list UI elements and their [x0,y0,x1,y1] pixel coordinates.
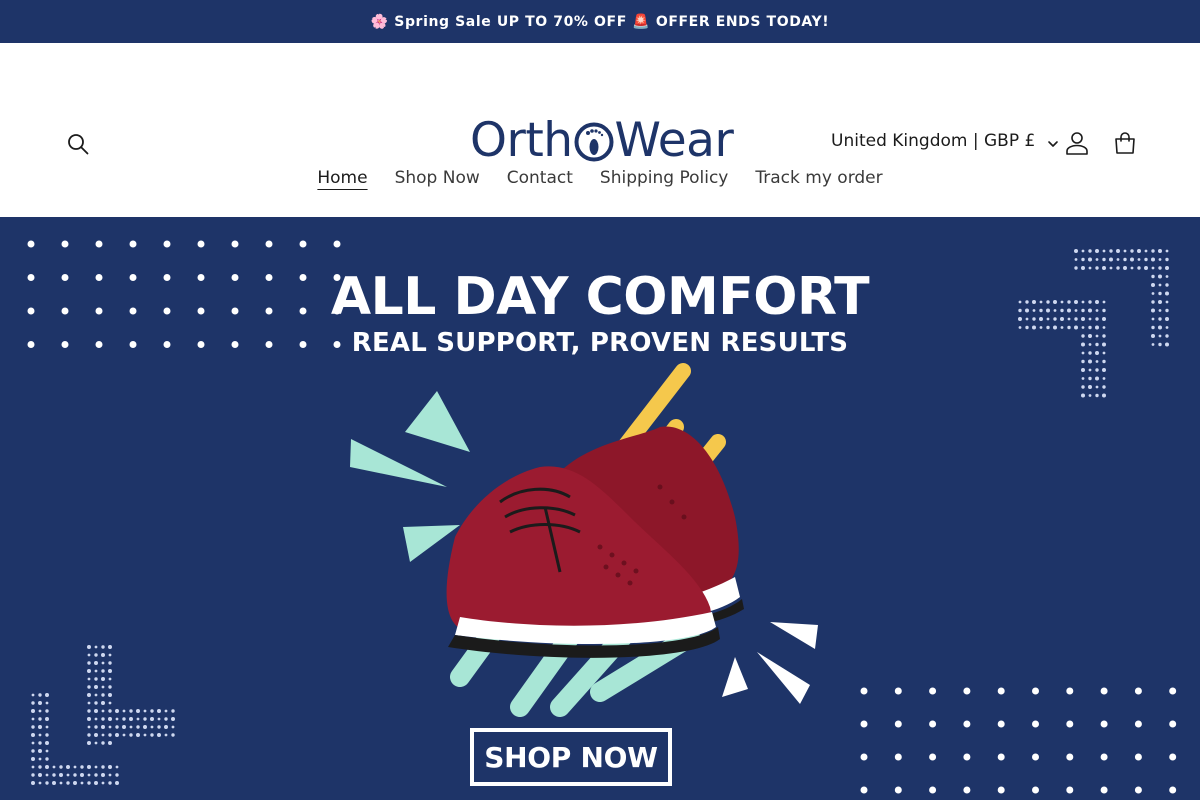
red-sneakers-image [446,426,744,658]
hero-subtitle: REAL SUPPORT, PROVEN RESULTS [351,328,849,358]
nav-shipping-policy[interactable]: Shipping Policy [600,168,728,188]
chevron-down-icon [1047,135,1059,147]
search-icon[interactable] [66,132,90,156]
nav-shop-now[interactable]: Shop Now [395,168,480,188]
mint-shapes-left [350,391,470,562]
nav-home[interactable]: Home [317,168,367,188]
hero-title: ALL DAY COMFORT [330,267,870,327]
logo-text-wear: Wear [614,112,734,168]
nav-contact[interactable]: Contact [507,168,573,188]
site-header: Orth Wear United Kingdom | GBP £ Home Sh… [0,43,1200,217]
user-icon[interactable] [1064,130,1090,156]
locale-label: United Kingdom | GBP £ [831,131,1036,151]
announcement-text: 🌸 Spring Sale UP TO 70% OFF 🚨 OFFER ENDS… [370,13,830,30]
shop-now-button[interactable]: SHOP NOW [470,728,672,786]
announcement-bar: 🌸 Spring Sale UP TO 70% OFF 🚨 OFFER ENDS… [0,0,1200,43]
site-logo[interactable]: Orth Wear [470,112,734,168]
cart-icon[interactable] [1112,130,1138,156]
country-currency-selector[interactable]: United Kingdom | GBP £ [831,131,1059,151]
foot-logo-icon [574,120,614,162]
white-shapes-right [722,622,818,704]
logo-text-orth: Orth [470,112,573,168]
nav-track-my-order[interactable]: Track my order [755,168,882,188]
main-navigation: Home Shop Now Contact Shipping Policy Tr… [0,168,1200,188]
hero-banner[interactable]: ALL DAY COMFORT REAL SUPPORT, PROVEN RES… [0,217,1200,800]
